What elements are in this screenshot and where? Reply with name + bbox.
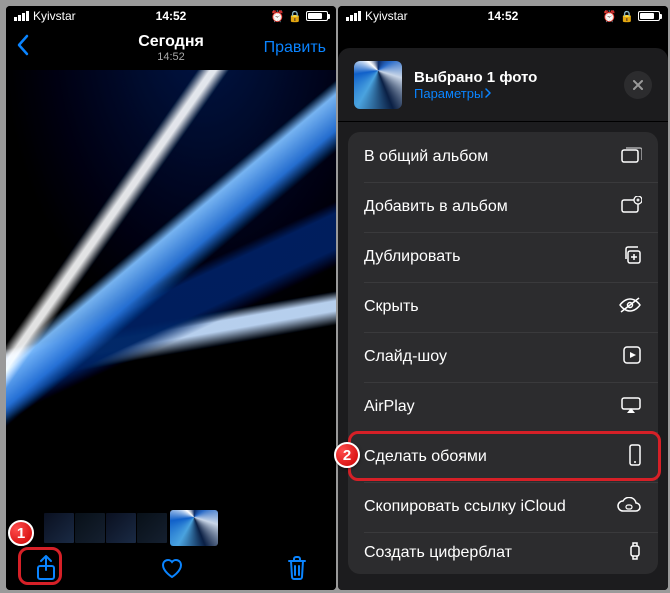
- status-time: 14:52: [6, 9, 336, 23]
- hide-icon: [618, 297, 642, 318]
- sheet-title: Выбрано 1 фото: [414, 69, 612, 86]
- favorite-button[interactable]: [159, 556, 185, 580]
- nav-subtitle: 14:52: [6, 51, 336, 63]
- shared-album-icon: [620, 146, 642, 169]
- close-button[interactable]: [624, 71, 652, 99]
- thumbnail[interactable]: [106, 513, 136, 543]
- sheet-header: Выбрано 1 фото Параметры: [338, 48, 668, 122]
- callout-badge-1: 1: [8, 520, 34, 546]
- row-hide[interactable]: Скрыть: [348, 282, 658, 332]
- share-sheet: Выбрано 1 фото Параметры В общий альбом: [338, 48, 668, 590]
- row-create-watchface[interactable]: Создать циферблат: [348, 532, 658, 574]
- play-icon: [622, 345, 642, 370]
- row-slideshow[interactable]: Слайд-шоу: [348, 332, 658, 382]
- watch-icon: [628, 541, 642, 566]
- row-copy-icloud-link[interactable]: Скопировать ссылку iCloud: [348, 482, 658, 532]
- phone-icon: [628, 444, 642, 471]
- sheet-params-link[interactable]: Параметры: [414, 86, 612, 101]
- row-add-to-album[interactable]: Добавить в альбом: [348, 182, 658, 232]
- link-cloud-icon: [616, 497, 642, 518]
- thumbnail-selected[interactable]: [170, 510, 218, 546]
- trash-button[interactable]: [286, 555, 308, 581]
- row-shared-album[interactable]: В общий альбом: [348, 132, 658, 182]
- battery-icon: [306, 11, 328, 21]
- status-time: 14:52: [338, 9, 668, 23]
- status-bar: Kyivstar 14:52 ⏰ 🔒: [338, 6, 668, 26]
- phone-photos-app: Kyivstar 14:52 ⏰ 🔒 Сегодня 14:52 Править: [6, 6, 336, 590]
- row-duplicate[interactable]: Дублировать: [348, 232, 658, 282]
- status-bar: Kyivstar 14:52 ⏰ 🔒: [6, 6, 336, 26]
- thumbnail[interactable]: [75, 513, 105, 543]
- share-button[interactable]: [34, 554, 58, 582]
- battery-icon: [638, 11, 660, 21]
- add-album-icon: [620, 196, 642, 219]
- action-list: В общий альбом Добавить в альбом Дублиро…: [348, 132, 658, 574]
- thumbnail[interactable]: [44, 513, 74, 543]
- nav-bar: Сегодня 14:52 Править: [6, 26, 336, 70]
- airplay-icon: [620, 396, 642, 419]
- photo-preview[interactable]: [6, 70, 336, 510]
- sheet-thumbnail: [354, 61, 402, 109]
- bottom-toolbar: [6, 546, 336, 590]
- nav-title: Сегодня: [6, 33, 336, 51]
- thumbnail-strip[interactable]: [6, 510, 336, 546]
- row-set-wallpaper[interactable]: Сделать обоями: [348, 432, 658, 482]
- callout-badge-2: 2: [334, 442, 360, 468]
- row-airplay[interactable]: AirPlay: [348, 382, 658, 432]
- duplicate-icon: [622, 245, 642, 270]
- thumbnail[interactable]: [137, 513, 167, 543]
- phone-share-sheet: Kyivstar 14:52 ⏰ 🔒 Выбрано 1 фото Параме…: [338, 6, 668, 590]
